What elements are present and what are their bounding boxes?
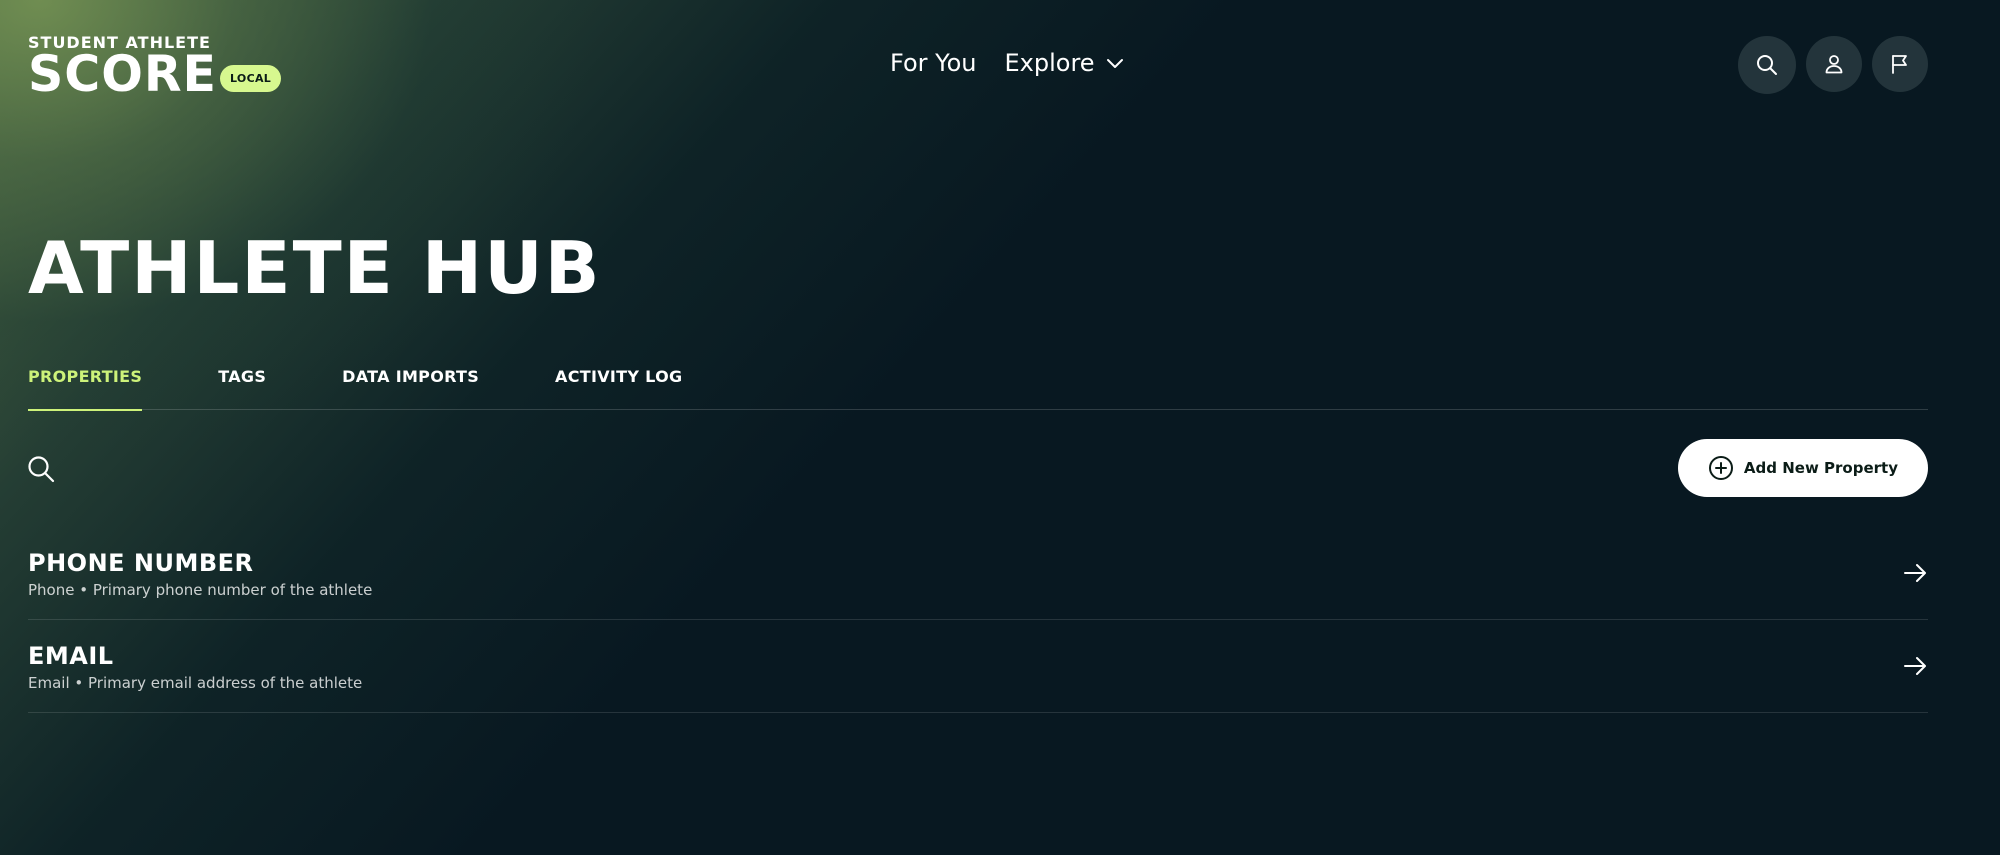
nav-for-you-label: For You: [890, 49, 977, 77]
page: STUDENT ATHLETE SCORE LOCAL For You Expl…: [0, 0, 2000, 855]
tab-bar: PROPERTIES TAGS DATA IMPORTS ACTIVITY LO…: [28, 366, 1928, 411]
brand-line-2: SCORE: [28, 45, 218, 103]
arrow-right-icon[interactable]: [1902, 560, 1928, 586]
nav-explore[interactable]: Explore: [1005, 48, 1125, 78]
tab-activity-log[interactable]: ACTIVITY LOG: [555, 366, 682, 410]
property-name: EMAIL: [28, 642, 114, 670]
arrow-right-icon[interactable]: [1902, 653, 1928, 679]
property-search-button[interactable]: [26, 454, 56, 484]
chevron-down-icon: [1106, 59, 1123, 68]
tab-properties[interactable]: PROPERTIES: [28, 366, 143, 411]
header-actions: [1738, 36, 1928, 94]
nav-for-you[interactable]: For You: [890, 48, 977, 78]
plus-circle-icon: [1708, 456, 1733, 480]
property-description: Phone • Primary phone number of the athl…: [28, 581, 373, 599]
property-description: Email • Primary email address of the ath…: [28, 674, 363, 692]
profile-button[interactable]: [1806, 36, 1862, 92]
property-list: PHONE NUMBER Phone • Primary phone numbe…: [28, 527, 1928, 713]
tab-data-imports[interactable]: DATA IMPORTS: [342, 366, 479, 410]
search-icon: [1757, 55, 1777, 75]
main-nav: For You Explore: [890, 48, 1125, 78]
list-item[interactable]: EMAIL Email • Primary email address of t…: [28, 620, 1928, 713]
tab-tags[interactable]: TAGS: [218, 366, 266, 410]
brand-logo[interactable]: STUDENT ATHLETE SCORE LOCAL: [28, 34, 288, 100]
list-item[interactable]: PHONE NUMBER Phone • Primary phone numbe…: [28, 527, 1928, 620]
property-name: PHONE NUMBER: [28, 549, 254, 577]
add-new-property-label: Add New Property: [1743, 459, 1898, 477]
flag-icon: [1892, 55, 1907, 74]
add-new-property-button[interactable]: Add New Property: [1677, 439, 1928, 497]
page-title: ATHLETE HUB: [28, 226, 602, 310]
report-button[interactable]: [1872, 36, 1928, 92]
search-button[interactable]: [1738, 36, 1796, 94]
environment-badge: LOCAL: [220, 65, 282, 92]
nav-explore-label: Explore: [1004, 49, 1095, 77]
search-icon: [28, 456, 55, 483]
user-icon: [1825, 55, 1843, 74]
